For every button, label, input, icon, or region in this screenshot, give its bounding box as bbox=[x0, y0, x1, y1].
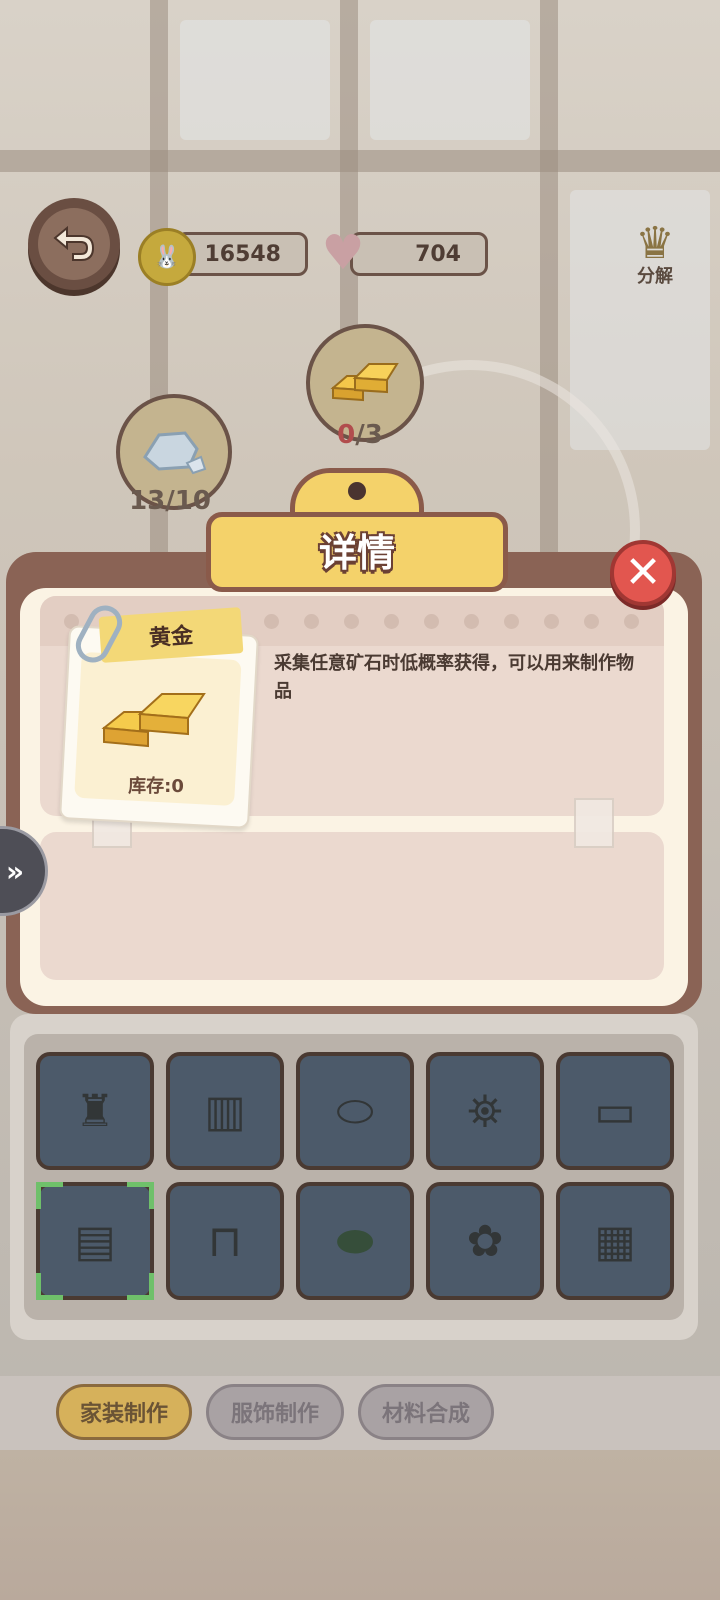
tab-home-craft-label: 家装制作 bbox=[79, 1402, 168, 1427]
binder-hole bbox=[384, 614, 399, 629]
heart-value: 704 bbox=[415, 241, 461, 267]
binder-hole bbox=[624, 614, 639, 629]
plate-icon: ⬭ bbox=[336, 1085, 374, 1137]
selection-corner bbox=[127, 1182, 154, 1209]
selection-corner bbox=[36, 1273, 63, 1300]
heart-icon: ♥ bbox=[321, 225, 365, 281]
gold-count: 0/3 bbox=[337, 420, 383, 450]
grid-slot[interactable]: ⬬ bbox=[296, 1182, 414, 1300]
selection-corner bbox=[127, 1273, 154, 1300]
floor bbox=[0, 1450, 720, 1600]
gold-need: 3 bbox=[364, 420, 383, 450]
leaf-rug-icon: ⬬ bbox=[336, 1215, 374, 1267]
selection-corner bbox=[36, 1182, 63, 1209]
grid-slot[interactable]: ▭ bbox=[556, 1052, 674, 1170]
grid-slot[interactable]: ✿ bbox=[426, 1182, 544, 1300]
lamp-icon: ♜ bbox=[75, 1085, 115, 1137]
grid-slot[interactable]: ⬭ bbox=[296, 1052, 414, 1170]
silver-ore-icon bbox=[143, 431, 207, 475]
binder-hole bbox=[304, 614, 319, 629]
grid-slot[interactable]: ▦ bbox=[556, 1182, 674, 1300]
dialog-title: 详情 bbox=[318, 531, 395, 575]
item-stock: 库存:0 bbox=[128, 776, 184, 797]
flower-lamp-icon: ✿ bbox=[466, 1215, 504, 1267]
table-icon: ⊓ bbox=[207, 1215, 243, 1267]
tape-strip bbox=[574, 798, 614, 848]
decompose-button[interactable]: ♛ 分解 bbox=[612, 222, 698, 288]
screen-icon: ▥ bbox=[204, 1085, 246, 1137]
notebook-panel-lower bbox=[40, 832, 664, 980]
binder-hole bbox=[424, 614, 439, 629]
tab-clothing-craft[interactable]: 服饰制作 bbox=[206, 1384, 344, 1440]
tab-material-synth[interactable]: 材料合成 bbox=[358, 1384, 494, 1440]
grid-slot[interactable]: ⊓ bbox=[166, 1182, 284, 1300]
binder-hole bbox=[344, 614, 359, 629]
binder-hole bbox=[464, 614, 479, 629]
grid-slot[interactable]: ♜ bbox=[36, 1052, 154, 1170]
back-button[interactable] bbox=[28, 198, 120, 290]
window-pane bbox=[370, 20, 530, 140]
grid-slot[interactable]: ⛯ bbox=[426, 1052, 544, 1170]
ore-have: 13 bbox=[129, 486, 166, 516]
tab-clothing-craft-label: 服饰制作 bbox=[230, 1402, 319, 1427]
binder-hole bbox=[584, 614, 599, 629]
crown-icon: ♛ bbox=[635, 218, 675, 269]
tab-home-craft[interactable]: 家装制作 bbox=[56, 1384, 192, 1440]
tab-material-synth-label: 材料合成 bbox=[381, 1402, 470, 1427]
curtain-icon: ▤ bbox=[74, 1215, 116, 1267]
item-description: 采集任意矿石时低概率获得，可以用来制作物品 bbox=[274, 653, 634, 702]
binder-hole bbox=[544, 614, 559, 629]
close-icon: ✕ bbox=[624, 547, 662, 598]
window-icon: ▦ bbox=[594, 1215, 636, 1267]
title-tab-hole bbox=[348, 482, 366, 500]
gold-have: 0 bbox=[337, 420, 356, 450]
close-button[interactable]: ✕ bbox=[610, 540, 676, 606]
grid-slot[interactable]: ▥ bbox=[166, 1052, 284, 1170]
gold-bar-large-icon bbox=[101, 693, 206, 748]
gold-bar-icon bbox=[330, 363, 399, 402]
lantern-icon: ⛯ bbox=[467, 1085, 503, 1137]
back-arrow-icon bbox=[53, 225, 95, 261]
grid-slot-selected[interactable]: ▤ bbox=[36, 1182, 154, 1300]
rabbit-coin-icon: 🐰 bbox=[138, 228, 196, 286]
window-pane bbox=[180, 20, 330, 140]
binder-hole bbox=[504, 614, 519, 629]
item-name: 黄金 bbox=[148, 623, 194, 652]
bed-icon: ▭ bbox=[594, 1085, 636, 1137]
coin-value: 16548 bbox=[204, 241, 281, 267]
double-chevron-right-icon: » bbox=[5, 854, 25, 888]
dialog-title-tab: 详情 bbox=[206, 468, 508, 594]
wood-beam bbox=[0, 150, 720, 172]
decompose-label: 分解 bbox=[637, 266, 673, 287]
binder-hole bbox=[264, 614, 279, 629]
